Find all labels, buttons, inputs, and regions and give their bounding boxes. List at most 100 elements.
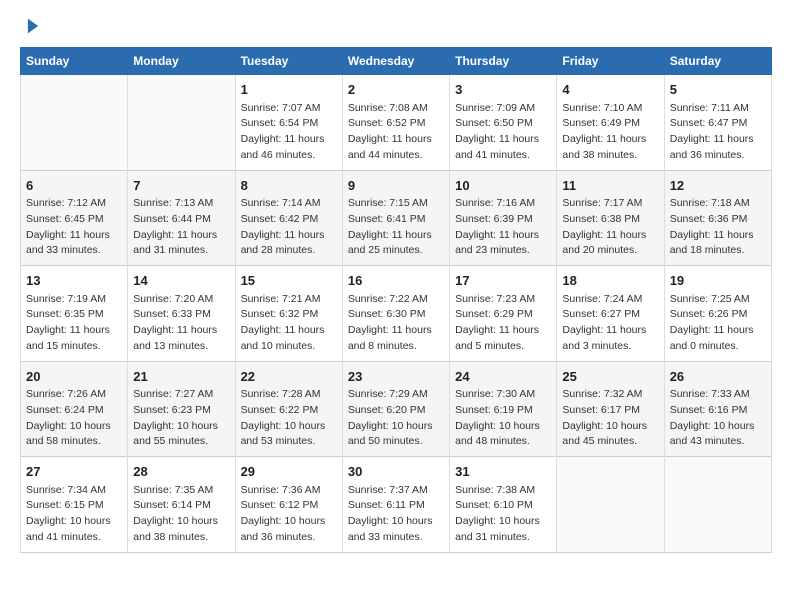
sunrise-text: Sunrise: 7:12 AM — [26, 196, 122, 212]
day-number: 10 — [455, 176, 551, 196]
col-header-thursday: Thursday — [450, 48, 557, 75]
day-number: 16 — [348, 271, 444, 291]
day-number: 8 — [241, 176, 337, 196]
day-number: 1 — [241, 80, 337, 100]
sunrise-text: Sunrise: 7:29 AM — [348, 387, 444, 403]
daylight-text: Daylight: 11 hours and 0 minutes. — [670, 323, 766, 355]
sunset-text: Sunset: 6:30 PM — [348, 307, 444, 323]
day-number: 29 — [241, 462, 337, 482]
day-number: 15 — [241, 271, 337, 291]
sunset-text: Sunset: 6:42 PM — [241, 212, 337, 228]
week-row-1: 1Sunrise: 7:07 AMSunset: 6:54 PMDaylight… — [21, 75, 772, 171]
daylight-text: Daylight: 11 hours and 10 minutes. — [241, 323, 337, 355]
daylight-text: Daylight: 10 hours and 38 minutes. — [133, 514, 229, 546]
calendar-cell: 17Sunrise: 7:23 AMSunset: 6:29 PMDayligh… — [450, 266, 557, 362]
sunset-text: Sunset: 6:26 PM — [670, 307, 766, 323]
daylight-text: Daylight: 10 hours and 53 minutes. — [241, 419, 337, 451]
day-number: 14 — [133, 271, 229, 291]
col-header-tuesday: Tuesday — [235, 48, 342, 75]
sunset-text: Sunset: 6:49 PM — [562, 116, 658, 132]
daylight-text: Daylight: 10 hours and 48 minutes. — [455, 419, 551, 451]
daylight-text: Daylight: 10 hours and 50 minutes. — [348, 419, 444, 451]
sunrise-text: Sunrise: 7:32 AM — [562, 387, 658, 403]
calendar-header-row: SundayMondayTuesdayWednesdayThursdayFrid… — [21, 48, 772, 75]
daylight-text: Daylight: 10 hours and 45 minutes. — [562, 419, 658, 451]
sunrise-text: Sunrise: 7:09 AM — [455, 101, 551, 117]
calendar-cell: 4Sunrise: 7:10 AMSunset: 6:49 PMDaylight… — [557, 75, 664, 171]
daylight-text: Daylight: 11 hours and 8 minutes. — [348, 323, 444, 355]
sunset-text: Sunset: 6:35 PM — [26, 307, 122, 323]
sunrise-text: Sunrise: 7:20 AM — [133, 292, 229, 308]
sunrise-text: Sunrise: 7:23 AM — [455, 292, 551, 308]
day-number: 27 — [26, 462, 122, 482]
sunset-text: Sunset: 6:14 PM — [133, 498, 229, 514]
sunset-text: Sunset: 6:36 PM — [670, 212, 766, 228]
week-row-2: 6Sunrise: 7:12 AMSunset: 6:45 PMDaylight… — [21, 170, 772, 266]
calendar-table: SundayMondayTuesdayWednesdayThursdayFrid… — [20, 47, 772, 553]
day-number: 25 — [562, 367, 658, 387]
calendar-cell: 26Sunrise: 7:33 AMSunset: 6:16 PMDayligh… — [664, 361, 771, 457]
sunrise-text: Sunrise: 7:38 AM — [455, 483, 551, 499]
sunrise-text: Sunrise: 7:26 AM — [26, 387, 122, 403]
sunset-text: Sunset: 6:12 PM — [241, 498, 337, 514]
sunrise-text: Sunrise: 7:13 AM — [133, 196, 229, 212]
calendar-cell — [664, 457, 771, 553]
col-header-friday: Friday — [557, 48, 664, 75]
sunrise-text: Sunrise: 7:14 AM — [241, 196, 337, 212]
daylight-text: Daylight: 11 hours and 38 minutes. — [562, 132, 658, 164]
daylight-text: Daylight: 10 hours and 43 minutes. — [670, 419, 766, 451]
daylight-text: Daylight: 11 hours and 5 minutes. — [455, 323, 551, 355]
calendar-cell: 30Sunrise: 7:37 AMSunset: 6:11 PMDayligh… — [342, 457, 449, 553]
daylight-text: Daylight: 11 hours and 36 minutes. — [670, 132, 766, 164]
sunset-text: Sunset: 6:24 PM — [26, 403, 122, 419]
sunrise-text: Sunrise: 7:36 AM — [241, 483, 337, 499]
daylight-text: Daylight: 10 hours and 41 minutes. — [26, 514, 122, 546]
calendar-cell: 23Sunrise: 7:29 AMSunset: 6:20 PMDayligh… — [342, 361, 449, 457]
calendar-cell: 16Sunrise: 7:22 AMSunset: 6:30 PMDayligh… — [342, 266, 449, 362]
sunset-text: Sunset: 6:44 PM — [133, 212, 229, 228]
sunset-text: Sunset: 6:54 PM — [241, 116, 337, 132]
sunset-text: Sunset: 6:10 PM — [455, 498, 551, 514]
sunrise-text: Sunrise: 7:24 AM — [562, 292, 658, 308]
calendar-cell: 9Sunrise: 7:15 AMSunset: 6:41 PMDaylight… — [342, 170, 449, 266]
daylight-text: Daylight: 10 hours and 36 minutes. — [241, 514, 337, 546]
day-number: 19 — [670, 271, 766, 291]
logo-icon — [22, 15, 44, 37]
sunrise-text: Sunrise: 7:16 AM — [455, 196, 551, 212]
daylight-text: Daylight: 11 hours and 25 minutes. — [348, 228, 444, 260]
calendar-cell: 10Sunrise: 7:16 AMSunset: 6:39 PMDayligh… — [450, 170, 557, 266]
day-number: 24 — [455, 367, 551, 387]
sunrise-text: Sunrise: 7:30 AM — [455, 387, 551, 403]
sunrise-text: Sunrise: 7:35 AM — [133, 483, 229, 499]
sunset-text: Sunset: 6:52 PM — [348, 116, 444, 132]
day-number: 2 — [348, 80, 444, 100]
logo — [20, 15, 44, 37]
sunset-text: Sunset: 6:22 PM — [241, 403, 337, 419]
daylight-text: Daylight: 11 hours and 44 minutes. — [348, 132, 444, 164]
daylight-text: Daylight: 11 hours and 46 minutes. — [241, 132, 337, 164]
week-row-5: 27Sunrise: 7:34 AMSunset: 6:15 PMDayligh… — [21, 457, 772, 553]
sunset-text: Sunset: 6:17 PM — [562, 403, 658, 419]
calendar-cell: 20Sunrise: 7:26 AMSunset: 6:24 PMDayligh… — [21, 361, 128, 457]
sunset-text: Sunset: 6:11 PM — [348, 498, 444, 514]
sunrise-text: Sunrise: 7:18 AM — [670, 196, 766, 212]
calendar-cell: 5Sunrise: 7:11 AMSunset: 6:47 PMDaylight… — [664, 75, 771, 171]
sunset-text: Sunset: 6:33 PM — [133, 307, 229, 323]
calendar-cell: 14Sunrise: 7:20 AMSunset: 6:33 PMDayligh… — [128, 266, 235, 362]
sunrise-text: Sunrise: 7:19 AM — [26, 292, 122, 308]
calendar-cell — [128, 75, 235, 171]
sunrise-text: Sunrise: 7:17 AM — [562, 196, 658, 212]
daylight-text: Daylight: 11 hours and 18 minutes. — [670, 228, 766, 260]
day-number: 7 — [133, 176, 229, 196]
day-number: 9 — [348, 176, 444, 196]
sunrise-text: Sunrise: 7:08 AM — [348, 101, 444, 117]
sunrise-text: Sunrise: 7:33 AM — [670, 387, 766, 403]
sunrise-text: Sunrise: 7:34 AM — [26, 483, 122, 499]
calendar-cell: 24Sunrise: 7:30 AMSunset: 6:19 PMDayligh… — [450, 361, 557, 457]
sunrise-text: Sunrise: 7:21 AM — [241, 292, 337, 308]
day-number: 17 — [455, 271, 551, 291]
calendar-cell — [557, 457, 664, 553]
sunset-text: Sunset: 6:41 PM — [348, 212, 444, 228]
calendar-cell: 15Sunrise: 7:21 AMSunset: 6:32 PMDayligh… — [235, 266, 342, 362]
day-number: 23 — [348, 367, 444, 387]
